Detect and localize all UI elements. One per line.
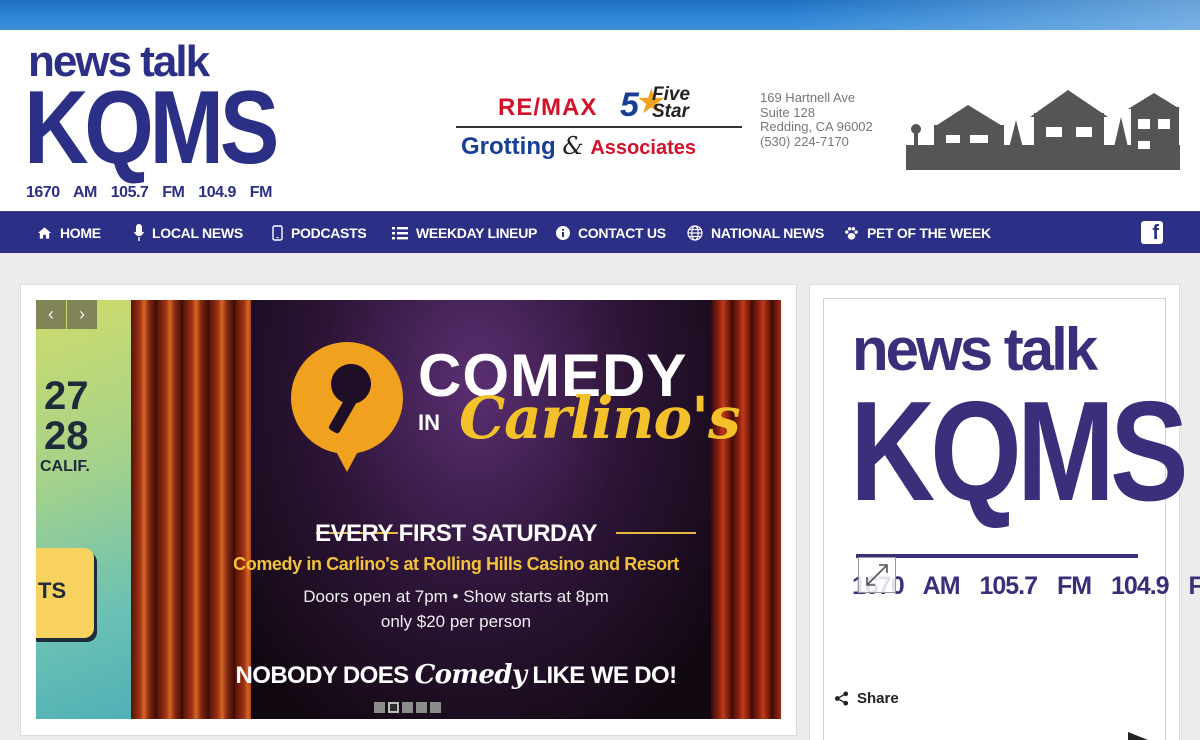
five-star-text: Five Star xyxy=(652,84,691,122)
slider-dot[interactable] xyxy=(430,702,441,713)
station-logo-frequencies: 1670 AM 105.7 FM 104.9 FM xyxy=(852,572,1200,600)
share-button[interactable]: Share xyxy=(834,690,899,707)
sponsor-address: 169 Hartnell Ave Suite 128 Redding, CA 9… xyxy=(760,90,873,149)
curtain-left xyxy=(131,300,251,719)
station-logo-large[interactable]: news talk KQMS 1670 AM 105.7 FM 104.9 FM xyxy=(850,318,1200,608)
station-logo-kqms: KQMS xyxy=(850,372,1189,531)
nav-label: CONTACT US xyxy=(578,225,666,241)
slide-venue: Comedy in Carlino's at Rolling Hills Cas… xyxy=(233,554,679,574)
nav-pet-of-the-week[interactable]: PET OF THE WEEK xyxy=(844,212,991,254)
expand-arrows-icon xyxy=(866,564,888,586)
globe-icon xyxy=(687,225,703,241)
top-banner-strip xyxy=(0,0,1200,30)
logo-frequencies: 1670 AM 105.7 FM 104.9 FM xyxy=(26,184,272,201)
facebook-icon[interactable]: f xyxy=(1141,221,1163,244)
tagline-part: NOBODY DOES xyxy=(235,662,415,689)
ampersand: & xyxy=(562,132,584,160)
expand-icon[interactable] xyxy=(858,557,896,593)
slide-every-first-saturday: EVERY FIRST SATURDAY xyxy=(314,520,598,547)
houses-illustration xyxy=(906,90,1180,170)
nav-label: WEEKDAY LINEUP xyxy=(416,225,538,241)
remax-wordmark: RE/MAX xyxy=(498,94,598,121)
slide-prev-ticket-button[interactable]: TS xyxy=(36,548,94,638)
slider-arrows: ‹ › xyxy=(36,300,97,329)
nav-home[interactable]: HOME xyxy=(37,212,101,254)
nav-label: LOCAL NEWS xyxy=(152,225,243,241)
nav-contact-us[interactable]: CONTACT US xyxy=(556,212,666,254)
slider-dot[interactable] xyxy=(402,702,413,713)
slide-title-in: IN xyxy=(418,410,440,435)
associates-text: Associates xyxy=(590,137,696,159)
tagline-part: LIKE WE DO! xyxy=(526,662,677,689)
slider-dot[interactable] xyxy=(374,702,385,713)
grotting-text: Grotting xyxy=(461,133,556,160)
slide-tagline: NOBODY DOES Comedy LIKE WE DO! xyxy=(131,660,781,690)
slider-dot[interactable] xyxy=(416,702,427,713)
main-nav: HOME LOCAL NEWS PODCASTS WEEKDAY LINEUP … xyxy=(0,211,1200,253)
address-line: Suite 128 xyxy=(760,104,815,120)
grotting-associates-line: Grotting & Associates xyxy=(461,132,696,161)
home-icon xyxy=(37,227,52,239)
site-header: news talk KQMS 1670 AM 105.7 FM 104.9 FM… xyxy=(0,30,1200,211)
logo-line-kqms: KQMS xyxy=(24,70,279,186)
paw-icon xyxy=(845,226,858,240)
microphone-icon xyxy=(134,224,144,241)
share-label: Share xyxy=(857,690,899,707)
nav-label: NATIONAL NEWS xyxy=(711,225,825,241)
list-icon xyxy=(392,227,408,240)
featured-slider[interactable]: 27 28 CALIF. TS COMEDY IN Carlino's EVER… xyxy=(36,300,781,719)
prev-arrow-button[interactable]: ‹ xyxy=(36,300,66,329)
next-arrow-button[interactable]: › xyxy=(67,300,97,329)
site-logo[interactable]: news talk KQMS 1670 AM 105.7 FM 104.9 FM xyxy=(24,36,279,208)
info-icon xyxy=(556,226,570,240)
slide-times: Doors open at 7pm • Show starts at 8pm xyxy=(303,587,609,606)
mic-body xyxy=(327,393,359,435)
station-logo-rule xyxy=(856,554,1138,558)
nav-label: PET OF THE WEEK xyxy=(867,225,991,241)
curtain-right xyxy=(711,300,781,719)
address-line: 169 Hartnell Ave xyxy=(760,90,856,105)
slide-previous-partial[interactable]: 27 28 CALIF. TS xyxy=(36,300,131,719)
slider-pagination xyxy=(374,702,441,713)
address-phone: (530) 224-7170 xyxy=(760,133,849,149)
nav-label: PODCASTS xyxy=(291,225,367,241)
slide-price: only $20 per person xyxy=(380,612,532,631)
nav-weekday-lineup[interactable]: WEEKDAY LINEUP xyxy=(392,212,537,254)
slide-comedy-in-carlinos[interactable]: COMEDY IN Carlino's EVERY FIRST SATURDAY… xyxy=(131,300,781,719)
nav-label: HOME xyxy=(60,225,101,241)
tagline-script: Comedy xyxy=(414,660,527,690)
slide-prev-region: CALIF. xyxy=(40,458,90,475)
slider-dot-active[interactable] xyxy=(388,702,399,713)
phone-icon xyxy=(272,225,283,241)
microphone-badge-icon xyxy=(291,342,403,472)
sponsor-ad-remax[interactable]: RE/MAX 5 ★ Five Star Grotting & Associat… xyxy=(456,80,746,170)
play-icon[interactable] xyxy=(1128,732,1148,740)
slide-prev-date: 27 xyxy=(44,374,89,418)
nav-national-news[interactable]: NATIONAL NEWS xyxy=(687,212,824,254)
nav-podcasts[interactable]: PODCASTS xyxy=(272,212,367,254)
nav-local-news[interactable]: LOCAL NEWS xyxy=(134,212,243,254)
slide-title-carlinos: Carlino's xyxy=(459,384,741,452)
slide-prev-dates: 27 28 xyxy=(44,376,89,456)
ad-divider xyxy=(456,126,742,128)
share-icon xyxy=(834,691,849,706)
slide-prev-date: 28 xyxy=(44,414,89,458)
address-line: Redding, CA 96002 xyxy=(760,119,873,134)
